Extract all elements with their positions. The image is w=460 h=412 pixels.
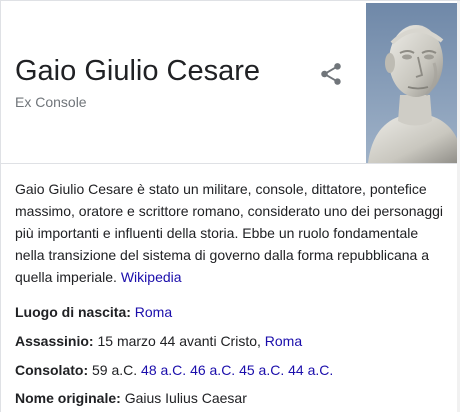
portrait-image[interactable]	[366, 3, 460, 163]
consulate-link[interactable]: 46 a.C.	[190, 362, 235, 378]
share-icon[interactable]	[318, 61, 344, 87]
fact-original-name: Nome originale: Gaius Iulius Caesar	[15, 388, 455, 408]
birthplace-link[interactable]: Roma	[135, 304, 172, 320]
description-text: Gaio Giulio Cesare è stato un militare, …	[15, 181, 443, 285]
fact-consulate: Consolato: 59 a.C. 48 a.C. 46 a.C. 45 a.…	[15, 360, 455, 380]
consulate-link[interactable]: 45 a.C.	[239, 362, 284, 378]
death-place-link[interactable]: Roma	[265, 333, 302, 349]
fact-label: Luogo di nascita:	[15, 304, 131, 320]
fact-value: 59 a.C.	[92, 362, 138, 378]
fact-value: 15 marzo 44 avanti Cristo,	[97, 333, 261, 349]
consulate-link[interactable]: 44 a.C.	[288, 362, 333, 378]
fact-birthplace: Luogo di nascita: Roma	[15, 302, 455, 322]
fact-label: Consolato:	[15, 362, 89, 378]
knowledge-panel: Gaio Giulio Cesare Ex Console Gaio Giuli…	[0, 0, 460, 412]
fact-label: Assassinio:	[15, 333, 94, 349]
page-title: Gaio Giulio Cesare	[15, 55, 260, 87]
consulate-link[interactable]: 48 a.C.	[141, 362, 186, 378]
fact-assassination: Assassinio: 15 marzo 44 avanti Cristo, R…	[15, 331, 455, 351]
entity-subtitle: Ex Console	[15, 94, 87, 110]
wikipedia-link[interactable]: Wikipedia	[121, 269, 182, 285]
panel-header: Gaio Giulio Cesare Ex Console	[1, 1, 460, 164]
fact-value: Gaius Iulius Caesar	[124, 390, 247, 406]
entity-description: Gaio Giulio Cesare è stato un militare, …	[15, 178, 445, 288]
fact-label: Nome originale:	[15, 390, 121, 406]
